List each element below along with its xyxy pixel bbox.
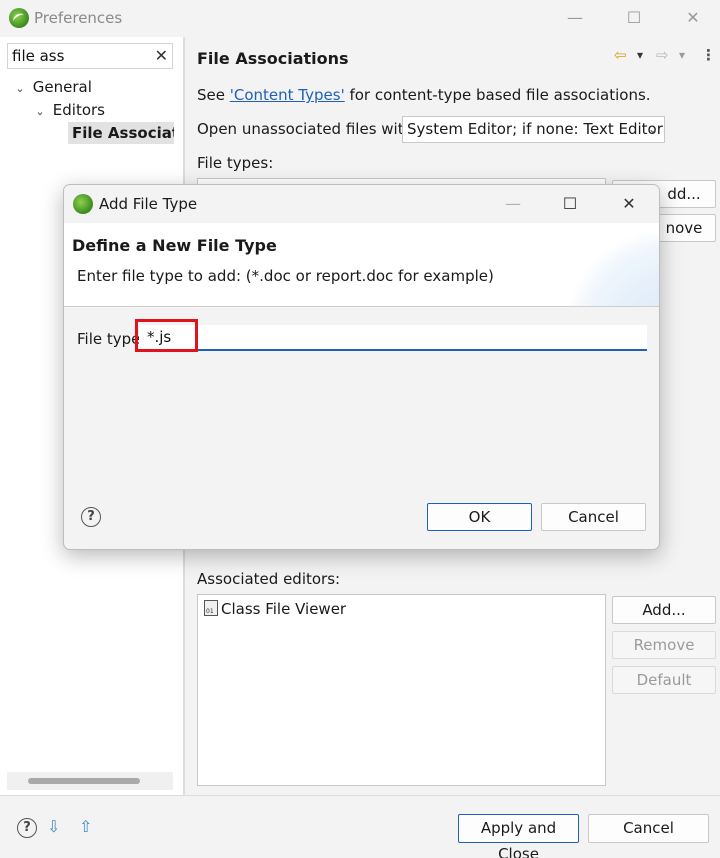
dialog-minimize-icon[interactable]: —: [501, 193, 525, 215]
dialog-heading: Define a New File Type: [72, 236, 277, 255]
dropdown-value: System Editor; if none: Text Editor: [407, 120, 663, 138]
apply-and-close-button[interactable]: Apply and Close: [458, 814, 579, 858]
editors-add-button[interactable]: Add...: [612, 596, 716, 624]
maximize-icon[interactable]: ☐: [622, 7, 646, 29]
window-title: Preferences: [34, 9, 123, 27]
page-title: File Associations: [197, 49, 349, 68]
filter-input-value: file ass: [12, 47, 65, 65]
highlight-box: [135, 319, 198, 352]
preferences-footer: ? ⇩ ⇧ Apply and Close Cancel: [0, 795, 720, 858]
editors-default-button[interactable]: Default: [612, 666, 716, 694]
header-decoration: [569, 233, 659, 306]
dialog-maximize-icon[interactable]: ☐: [558, 193, 582, 215]
class-file-icon: [204, 600, 218, 616]
back-menu-icon[interactable]: ▾: [637, 45, 643, 65]
tree-item-file-associations[interactable]: File Associatio: [68, 122, 174, 144]
hint-prefix: See: [197, 86, 230, 104]
app-logo-icon: [9, 8, 29, 28]
tree-item-general[interactable]: ⌄ General: [12, 76, 92, 98]
close-icon[interactable]: ✕: [681, 7, 705, 29]
file-type-input[interactable]: [139, 325, 647, 351]
import-icon[interactable]: ⇩: [47, 817, 69, 837]
help-icon[interactable]: ?: [17, 818, 37, 838]
file-types-label: File types:: [197, 154, 274, 172]
horizontal-scrollbar[interactable]: [7, 772, 173, 790]
ok-button[interactable]: OK: [427, 503, 532, 531]
scrollbar-thumb[interactable]: [28, 778, 140, 784]
editors-remove-button[interactable]: Remove: [612, 631, 716, 659]
clear-filter-icon[interactable]: ✕: [155, 46, 168, 65]
content-types-link[interactable]: 'Content Types': [230, 86, 345, 104]
app-logo-icon: [73, 194, 93, 214]
content-types-hint: See 'Content Types' for content-type bas…: [197, 86, 651, 104]
associated-editors-label: Associated editors:: [197, 570, 341, 588]
export-icon[interactable]: ⇧: [79, 817, 101, 837]
tree-item-editors[interactable]: ⌄ Editors: [32, 99, 105, 121]
window-titlebar: Preferences — ☐ ✕: [0, 0, 720, 37]
list-item[interactable]: Class File Viewer: [204, 600, 346, 618]
view-menu-icon[interactable]: ⋮: [701, 45, 716, 65]
cancel-button[interactable]: Cancel: [588, 814, 709, 843]
dialog-help-icon[interactable]: ?: [81, 507, 101, 527]
list-item-label: Class File Viewer: [221, 600, 347, 618]
dialog-header: Define a New File Type Enter file type t…: [64, 223, 659, 307]
tree-item-label: Editors: [52, 101, 105, 119]
tree-item-label: General: [32, 78, 92, 96]
dialog-cancel-button[interactable]: Cancel: [541, 503, 646, 531]
chevron-down-icon: ⌄: [647, 122, 658, 136]
forward-arrow-icon[interactable]: ⇨: [656, 45, 669, 65]
back-arrow-icon[interactable]: ⇦: [614, 45, 627, 65]
open-unassociated-dropdown[interactable]: System Editor; if none: Text Editor ⌄: [402, 116, 665, 143]
hint-suffix: for content-type based file associations…: [344, 86, 651, 104]
add-file-type-dialog: Add File Type — ☐ ✕ Define a New File Ty…: [63, 184, 660, 550]
dialog-close-icon[interactable]: ✕: [617, 193, 641, 215]
chevron-down-icon[interactable]: ⌄: [32, 101, 48, 123]
chevron-down-icon[interactable]: ⌄: [12, 78, 28, 100]
dialog-titlebar: Add File Type — ☐ ✕: [64, 185, 659, 223]
associated-editors-list[interactable]: [197, 594, 606, 786]
filter-input[interactable]: file ass ✕: [7, 43, 173, 69]
open-unassociated-label: Open unassociated files with:: [197, 120, 419, 138]
dialog-title: Add File Type: [99, 195, 198, 213]
minimize-icon[interactable]: —: [563, 7, 587, 29]
forward-menu-icon[interactable]: ▾: [679, 45, 685, 65]
dialog-description: Enter file type to add: (*.doc or report…: [77, 267, 494, 285]
